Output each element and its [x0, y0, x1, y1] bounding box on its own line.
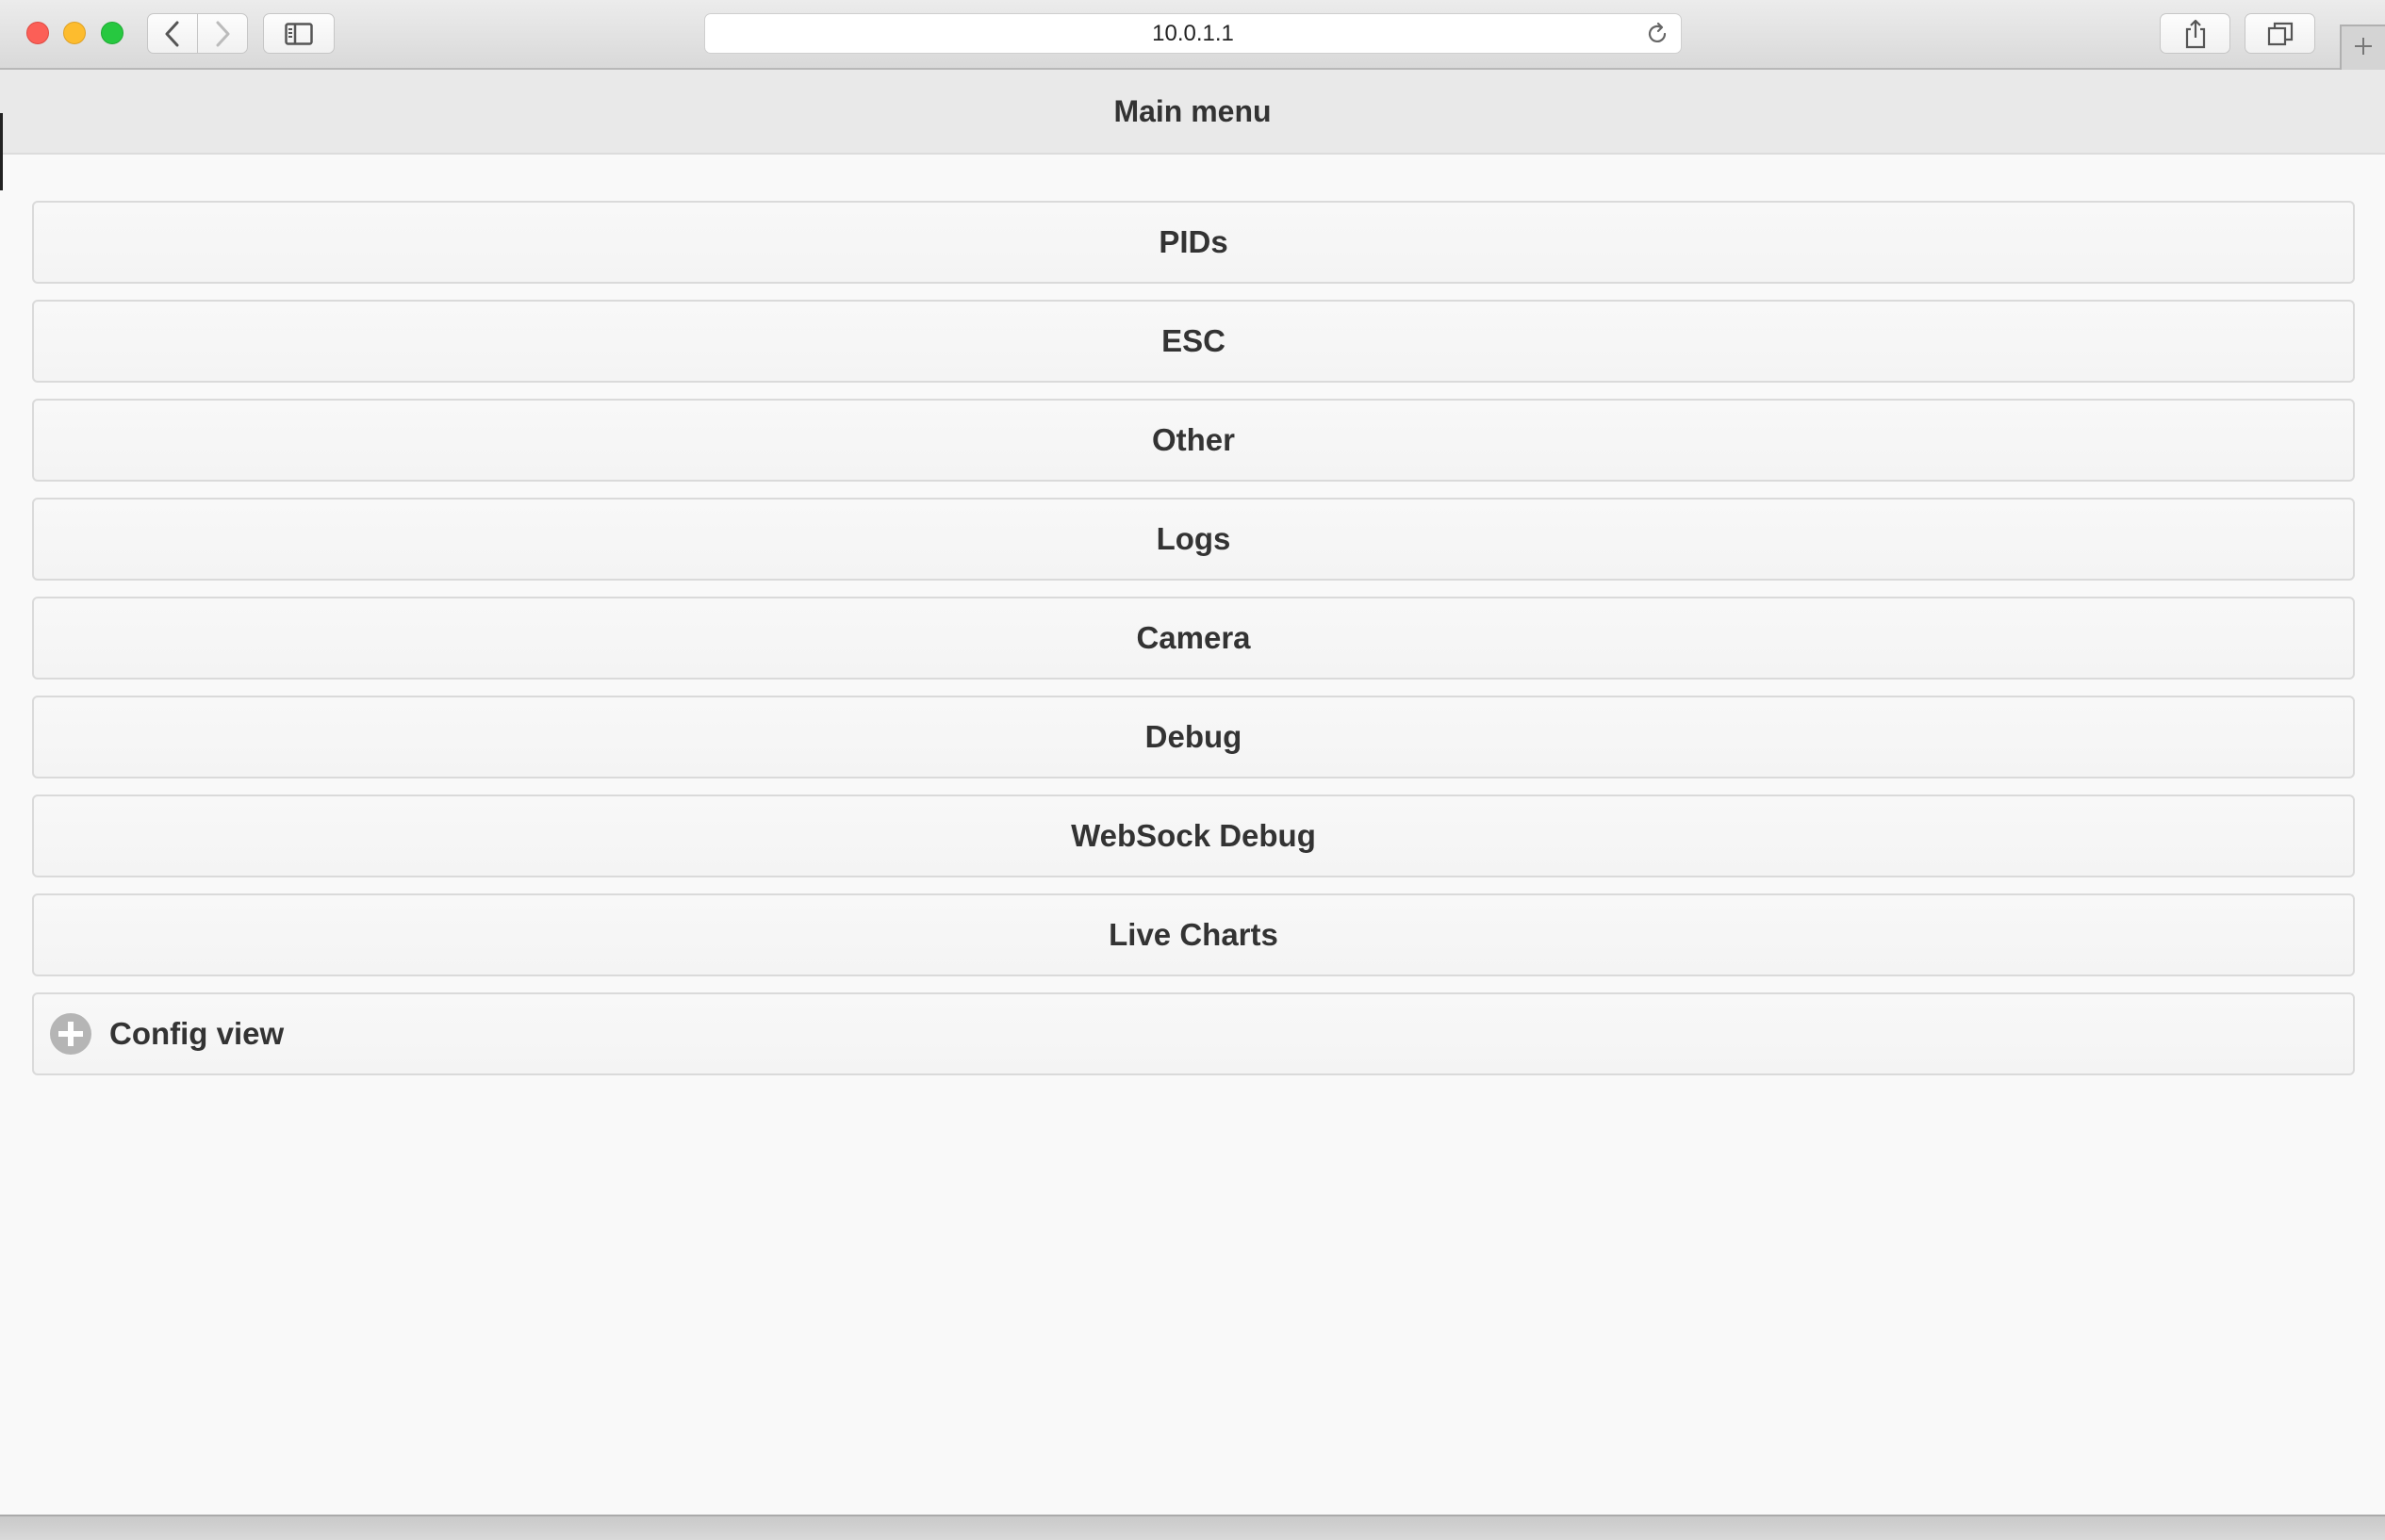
menu-item-websock-debug[interactable]: WebSock Debug — [32, 795, 2355, 877]
back-button[interactable] — [147, 13, 198, 54]
menu-item-esc[interactable]: ESC — [32, 300, 2355, 383]
page-title: Main menu — [1113, 93, 1272, 128]
menu-item-other[interactable]: Other — [32, 399, 2355, 482]
reload-icon[interactable] — [1645, 22, 1670, 46]
menu-item-live-charts[interactable]: Live Charts — [32, 893, 2355, 976]
minimize-window-button[interactable] — [63, 22, 86, 44]
menu-item-debug[interactable]: Debug — [32, 696, 2355, 778]
browser-toolbar: 10.0.1.1 — [0, 0, 2385, 70]
config-view-label: Config view — [109, 1016, 285, 1051]
window-bottom-edge — [0, 1515, 2385, 1540]
page-header: Main menu — [0, 70, 2385, 155]
menu-item-camera[interactable]: Camera — [32, 597, 2355, 680]
menu-item-logs[interactable]: Logs — [32, 498, 2355, 581]
share-icon — [2183, 19, 2208, 49]
sidebar-icon — [285, 22, 313, 45]
address-text: 10.0.1.1 — [1152, 20, 1234, 46]
new-tab-button[interactable] — [2340, 25, 2385, 70]
plus-circle-icon — [50, 1013, 91, 1055]
address-bar[interactable]: 10.0.1.1 — [704, 13, 1682, 54]
share-button[interactable] — [2160, 13, 2230, 54]
tabs-overview-button[interactable] — [2245, 13, 2315, 54]
menu-item-pids[interactable]: PIDs — [32, 201, 2355, 284]
main-menu-list: PIDs ESC Other Logs Camera Debug WebSock… — [32, 201, 2355, 1091]
close-window-button[interactable] — [26, 22, 49, 44]
tabs-overview-icon — [2267, 22, 2294, 46]
forward-button[interactable] — [197, 13, 248, 54]
plus-icon — [2353, 36, 2374, 61]
zoom-window-button[interactable] — [101, 22, 123, 44]
chevron-left-icon — [164, 21, 181, 47]
chevron-right-icon — [214, 21, 231, 47]
window-edge-divider — [0, 113, 3, 190]
config-view-collapsible[interactable]: Config view — [32, 992, 2355, 1075]
sidebar-toggle-button[interactable] — [263, 13, 335, 54]
browser-window: 10.0.1.1 Main menu PIDs ESC Other Logs C… — [0, 0, 2385, 1540]
